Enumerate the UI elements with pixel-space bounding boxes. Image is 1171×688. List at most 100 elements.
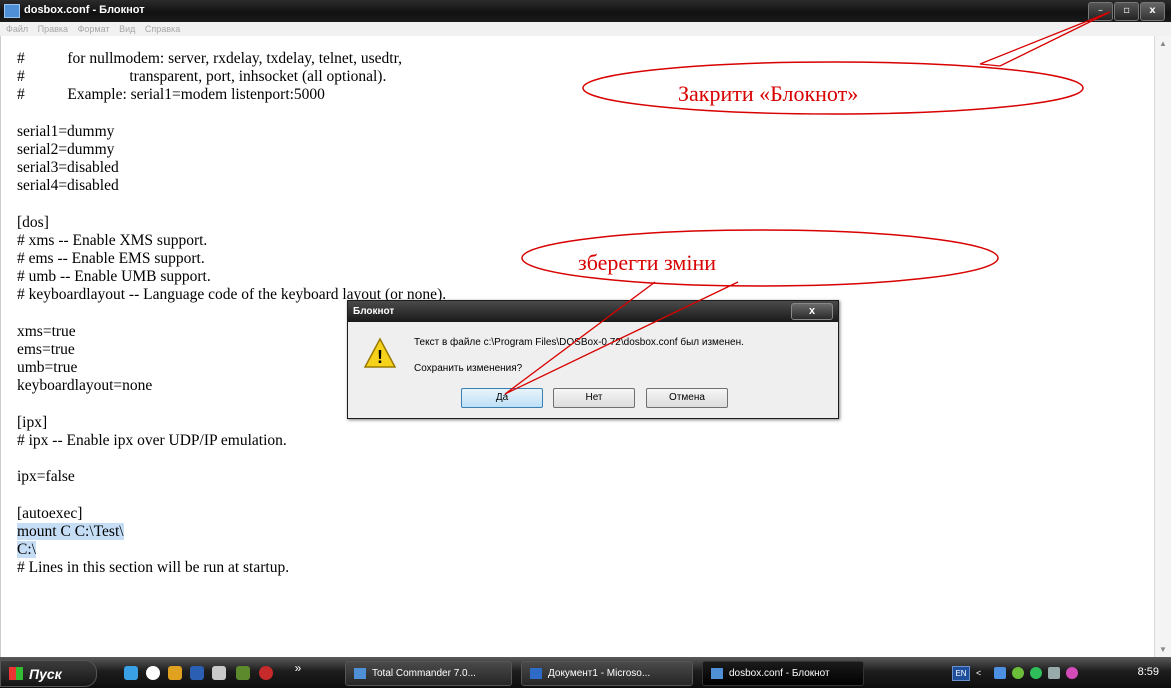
no-button[interactable]: Нет bbox=[553, 388, 635, 408]
window-title: dosbox.conf - Блокнот bbox=[24, 4, 145, 16]
selected-text: mount C C:\Test\ bbox=[17, 522, 124, 540]
line-text: ipx=false bbox=[17, 468, 75, 486]
menu-edit[interactable]: Правка bbox=[38, 22, 68, 36]
dialog-titlebar[interactable]: Блокнот x bbox=[348, 301, 838, 322]
line-text: ems=true bbox=[17, 341, 75, 358]
task-label: dosbox.conf - Блокнот bbox=[729, 668, 830, 679]
editor-line: # transparent, port, inhsocket (all opti… bbox=[17, 68, 446, 86]
line-text: # transparent, port, inhsocket (all opti… bbox=[17, 68, 387, 86]
line-text: [dos] bbox=[17, 213, 49, 231]
editor-line: serial1=dummy bbox=[17, 123, 446, 141]
dialog-question: Сохранить изменения? bbox=[414, 363, 523, 374]
line-text: # ems -- Enable EMS support. bbox=[17, 250, 205, 268]
task-total-commander[interactable]: Total Commander 7.0... bbox=[345, 661, 512, 686]
line-text: keyboardlayout=none bbox=[17, 377, 153, 395]
start-label: Пуск bbox=[29, 666, 62, 682]
word-icon bbox=[530, 667, 542, 679]
dialog-close-button[interactable]: x bbox=[791, 303, 833, 320]
line-text: [autoexec] bbox=[17, 504, 83, 522]
editor-line: serial4=disabled bbox=[17, 177, 446, 195]
editor-line: C:\ bbox=[17, 541, 446, 559]
task-label: Total Commander 7.0... bbox=[372, 668, 476, 679]
menu-help[interactable]: Справка bbox=[145, 22, 180, 36]
tray-usb-icon[interactable] bbox=[1048, 667, 1060, 679]
network-icon[interactable] bbox=[994, 667, 1006, 679]
task-word-document[interactable]: Документ1 - Microso... bbox=[521, 661, 693, 686]
system-tray: EN < 8:59 bbox=[950, 659, 1171, 686]
warning-icon: ! bbox=[364, 337, 396, 368]
notepad-task-icon bbox=[711, 667, 723, 679]
yes-button[interactable]: Да bbox=[461, 388, 543, 408]
editor-line: serial3=disabled bbox=[17, 159, 446, 177]
menu-file[interactable]: Файл bbox=[6, 22, 28, 36]
editor-line: serial2=dummy bbox=[17, 141, 446, 159]
dialog-message: Текст в файле c:\Program Files\DOSBox-0.… bbox=[414, 337, 744, 348]
quicklaunch-browser-icon[interactable] bbox=[124, 666, 138, 680]
editor-line: # umb -- Enable UMB support. bbox=[17, 268, 446, 286]
quicklaunch-ie-icon[interactable] bbox=[146, 666, 160, 680]
menu-view[interactable]: Вид bbox=[119, 22, 135, 36]
editor-line: # ems -- Enable EMS support. bbox=[17, 250, 446, 268]
maximize-button[interactable]: ▫ bbox=[1114, 2, 1139, 21]
line-text: serial1=dummy bbox=[17, 122, 115, 140]
save-changes-dialog: Блокнот x ! Текст в файле c:\Program Fil… bbox=[347, 300, 839, 419]
windows-logo-icon bbox=[9, 667, 23, 680]
line-text: xms=true bbox=[17, 322, 76, 340]
warning-glyph: ! bbox=[377, 347, 383, 367]
line-text: # umb -- Enable UMB support. bbox=[17, 268, 211, 286]
notepad-app-icon bbox=[4, 4, 20, 18]
tray-volume-icon[interactable] bbox=[1066, 667, 1078, 679]
close-button[interactable]: x bbox=[1140, 2, 1165, 21]
vertical-scrollbar[interactable]: ▲ ▼ bbox=[1154, 36, 1171, 657]
quicklaunch-floppy-icon[interactable] bbox=[190, 666, 204, 680]
line-text: serial3=disabled bbox=[17, 159, 119, 177]
editor-line: [dos] bbox=[17, 214, 446, 232]
editor-line: mount C C:\Test\ bbox=[17, 522, 446, 541]
tray-security-icon[interactable] bbox=[1030, 667, 1042, 679]
start-button[interactable]: Пуск bbox=[0, 660, 97, 687]
editor-line: # for nullmodem: server, rxdelay, txdela… bbox=[17, 50, 446, 68]
editor-line: [autoexec] bbox=[17, 505, 446, 523]
scroll-up-arrow-icon[interactable]: ▲ bbox=[1159, 39, 1167, 48]
line-text: # xms -- Enable XMS support. bbox=[17, 231, 208, 249]
minimize-button[interactable]: – bbox=[1088, 2, 1113, 21]
menu-format[interactable]: Формат bbox=[78, 22, 110, 36]
quicklaunch-app-icon[interactable] bbox=[236, 666, 250, 680]
cancel-button[interactable]: Отмена bbox=[646, 388, 728, 408]
editor-line: # Lines in this section will be run at s… bbox=[17, 559, 446, 577]
window-titlebar[interactable]: dosbox.conf - Блокнот – ▫ x bbox=[0, 0, 1171, 22]
clock: 8:59 bbox=[1137, 666, 1159, 678]
tray-app-icon[interactable] bbox=[1012, 667, 1024, 679]
line-text: umb=true bbox=[17, 359, 78, 377]
line-text: serial4=disabled bbox=[17, 177, 119, 195]
editor-line: ipx=false bbox=[17, 468, 446, 486]
window-controls: – ▫ x bbox=[1088, 2, 1165, 21]
editor-line: # Example: serial1=modem listenport:5000 bbox=[17, 86, 446, 104]
quicklaunch-overflow-icon[interactable]: » bbox=[291, 661, 305, 675]
line-text: serial2=dummy bbox=[17, 140, 115, 158]
taskbar: Пуск » Total Commander 7.0... Документ1 … bbox=[0, 657, 1171, 688]
tray-expand-chevron-icon[interactable]: < bbox=[976, 668, 981, 678]
line-text: # Lines in this section will be run at s… bbox=[17, 559, 290, 577]
task-notepad[interactable]: dosbox.conf - Блокнот bbox=[702, 661, 864, 686]
line-text: [ipx] bbox=[17, 413, 48, 431]
quicklaunch-media-icon[interactable] bbox=[259, 666, 273, 680]
quicklaunch-desktop-icon[interactable] bbox=[212, 666, 226, 680]
quicklaunch-paint-icon[interactable] bbox=[168, 666, 182, 680]
line-text: # ipx -- Enable ipx over UDP/IP emulatio… bbox=[17, 431, 287, 449]
editor-line: # xms -- Enable XMS support. bbox=[17, 232, 446, 250]
scroll-down-arrow-icon[interactable]: ▼ bbox=[1159, 645, 1167, 654]
menu-bar: Файл Правка Формат Вид Справка bbox=[0, 22, 1171, 36]
line-text: # Example: serial1=modem listenport:5000 bbox=[17, 86, 325, 104]
language-indicator[interactable]: EN bbox=[952, 666, 970, 681]
task-label: Документ1 - Microso... bbox=[548, 668, 651, 679]
selected-text: C:\ bbox=[17, 541, 36, 559]
dialog-title: Блокнот bbox=[353, 306, 395, 317]
total-commander-icon bbox=[354, 667, 366, 679]
editor-line: # ipx -- Enable ipx over UDP/IP emulatio… bbox=[17, 432, 446, 450]
line-text: # for nullmodem: server, rxdelay, txdela… bbox=[17, 50, 403, 67]
